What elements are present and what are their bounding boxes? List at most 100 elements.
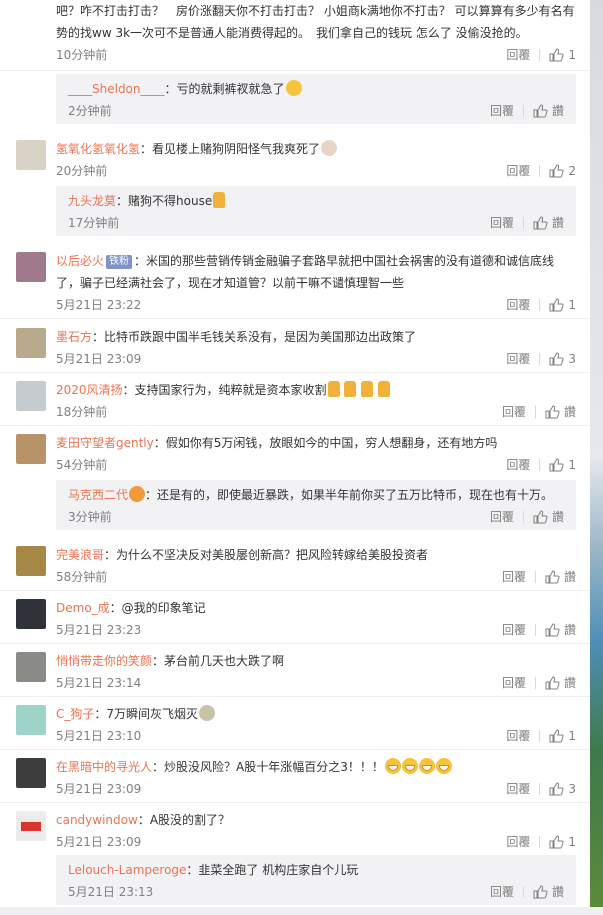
- reply-button[interactable]: 回覆: [502, 566, 526, 588]
- comment-item: C_狗子：7万瞬间灰飞烟灭 5月21日 23:10 回覆 1: [0, 697, 590, 750]
- comment-item: 以后必火 铁粉 ：米国的那些营销传销金融骗子套路早就把中国社会祸害的没有道德和诚信底…: [0, 244, 590, 319]
- avatar[interactable]: [16, 599, 46, 629]
- comment-username[interactable]: 在黑暗中的寻光人: [56, 760, 152, 774]
- comment-username[interactable]: 完美浪哥: [56, 548, 104, 562]
- divider: [539, 836, 541, 848]
- comment-username[interactable]: 麦田守望者gently: [56, 436, 154, 450]
- comment-time: 5月21日 23:09: [56, 835, 142, 849]
- comment-item: 麦田守望者gently：假如你有5万闲钱，放眼如今的中国，穷人想翻身，还有地方吗…: [0, 426, 590, 478]
- like-button[interactable]: 讚: [545, 566, 576, 588]
- like-button[interactable]: 1: [549, 294, 576, 316]
- like-button[interactable]: 讚: [545, 619, 576, 641]
- like-count: 1: [568, 458, 576, 472]
- comment-item: 完美浪哥：为什么不坚决反对美股屡创新高？把风险转嫁给美股投资者 58分钟前 回覆…: [0, 538, 590, 591]
- avatar[interactable]: [16, 252, 46, 282]
- thumbs-up-icon: [549, 352, 564, 366]
- divider: [539, 459, 541, 471]
- avatar[interactable]: [16, 705, 46, 735]
- comment-item: 在黑暗中的寻光人：炒股没风险？A股十年涨幅百分之3！！！ 5月21日 23:09…: [0, 750, 590, 803]
- vip-icon: [129, 486, 146, 502]
- laugh-cry-emoji-icon: [435, 758, 452, 774]
- comment-item: candywindow：A股没的割了？ 5月21日 23:09 回覆 1: [0, 803, 590, 855]
- reply-button[interactable]: 回覆: [502, 401, 526, 423]
- reply-button[interactable]: 回覆: [506, 831, 530, 853]
- thumbs-up-icon: [545, 623, 560, 637]
- comment-username[interactable]: Demo_成: [56, 601, 110, 615]
- avatar[interactable]: [16, 328, 46, 358]
- thumbs-up-emoji-icon: [213, 192, 226, 208]
- like-button[interactable]: 讚: [533, 212, 564, 234]
- like-button[interactable]: 1: [549, 725, 576, 747]
- reply-button[interactable]: 回覆: [502, 672, 526, 694]
- like-count: 讚: [551, 510, 564, 524]
- avatar[interactable]: [16, 811, 46, 841]
- reply-username[interactable]: 马克西二代: [68, 488, 128, 502]
- comment-time: 18分钟前: [56, 405, 108, 419]
- avatar[interactable]: [16, 546, 46, 576]
- comment-item: 氢氧化氢氧化氢：看见楼上赌狗阴阳怪气我爽死了 20分钟前 回覆 2: [0, 132, 590, 182]
- like-button[interactable]: 3: [549, 348, 576, 370]
- reply-username[interactable]: 九头龙莫: [68, 194, 116, 208]
- like-button[interactable]: 讚: [545, 401, 576, 423]
- divider: [534, 406, 536, 418]
- avatar[interactable]: [16, 381, 46, 411]
- avatar[interactable]: [16, 434, 46, 464]
- comment-item: 吧？咋不打击打击？ 房价涨翻天你不打击打击？ 小姐商k满地你不打击？ 可以算算有…: [0, 0, 590, 71]
- comment-username[interactable]: candywindow: [56, 813, 138, 827]
- reply-button[interactable]: 回覆: [502, 619, 526, 641]
- comment-username[interactable]: 2020风清扬: [56, 383, 123, 397]
- divider: [539, 783, 541, 795]
- reply-username[interactable]: Lelouch-Lamperoge: [68, 863, 186, 877]
- reply-time: 5月21日 23:13: [68, 885, 154, 899]
- reply-button[interactable]: 回覆: [490, 100, 514, 122]
- like-button[interactable]: 2: [549, 160, 576, 182]
- like-button[interactable]: 讚: [533, 100, 564, 122]
- laugh-cry-emoji-icon: [401, 758, 418, 774]
- reply-button[interactable]: 回覆: [506, 725, 530, 747]
- comment-username[interactable]: 氢氧化氢氧化氢: [56, 142, 140, 156]
- reply-button[interactable]: 回覆: [506, 160, 530, 182]
- like-button[interactable]: 1: [549, 454, 576, 476]
- reply-button[interactable]: 回覆: [506, 44, 530, 66]
- comment-time: 5月21日 23:14: [56, 676, 142, 690]
- divider: [539, 353, 541, 365]
- comment-time: 5月21日 23:09: [56, 352, 142, 366]
- thumbs-up-icon: [549, 835, 564, 849]
- like-button[interactable]: 讚: [533, 881, 564, 903]
- reply-button[interactable]: 回覆: [506, 778, 530, 800]
- reply-button[interactable]: 回覆: [490, 506, 514, 528]
- comment-text: ：@我的印象笔记: [109, 601, 206, 615]
- comment-item: 2020风清扬：支持国家行为，纯粹就是资本家收割 18分钟前 回覆 讚: [0, 373, 590, 426]
- comment-text: ：A股没的割了？: [137, 813, 231, 827]
- like-button[interactable]: 1: [549, 44, 576, 66]
- reply-item: 马克西二代 ：还是有的，即使最近暴跌，如果半年前你买了五万比特币，现在也有十万。 …: [56, 480, 576, 530]
- reply-time: 3分钟前: [68, 510, 112, 524]
- comment-time: 54分钟前: [56, 458, 108, 472]
- comment-username[interactable]: 墨石方: [56, 330, 92, 344]
- avatar[interactable]: [16, 140, 46, 170]
- thumbs-up-icon: [533, 104, 548, 118]
- reply-time: 2分钟前: [68, 104, 112, 118]
- reply-button[interactable]: 回覆: [506, 348, 530, 370]
- thumbs-up-icon: [545, 570, 560, 584]
- divider: [522, 217, 524, 229]
- like-count: 讚: [563, 570, 576, 584]
- like-button[interactable]: 3: [549, 778, 576, 800]
- comment-username[interactable]: 以后必火: [56, 254, 104, 268]
- thumbs-up-emoji-icon: [378, 381, 391, 397]
- reply-button[interactable]: 回覆: [490, 212, 514, 234]
- face-emoji-icon: [321, 140, 338, 156]
- avatar[interactable]: [16, 652, 46, 682]
- like-button[interactable]: 1: [549, 831, 576, 853]
- reply-button[interactable]: 回覆: [506, 294, 530, 316]
- like-button[interactable]: 讚: [533, 506, 564, 528]
- avatar[interactable]: [16, 758, 46, 788]
- like-button[interactable]: 讚: [545, 672, 576, 694]
- comment-username[interactable]: C_狗子: [56, 707, 94, 721]
- comment-text: ：支持国家行为，纯粹就是资本家收割: [122, 383, 327, 397]
- reply-button[interactable]: 回覆: [506, 454, 530, 476]
- comment-username[interactable]: 悄悄带走你的笑颜: [56, 654, 152, 668]
- reply-time: 17分钟前: [68, 216, 120, 230]
- reply-button[interactable]: 回覆: [490, 881, 514, 903]
- reply-username[interactable]: ____Sheldon____: [68, 82, 165, 96]
